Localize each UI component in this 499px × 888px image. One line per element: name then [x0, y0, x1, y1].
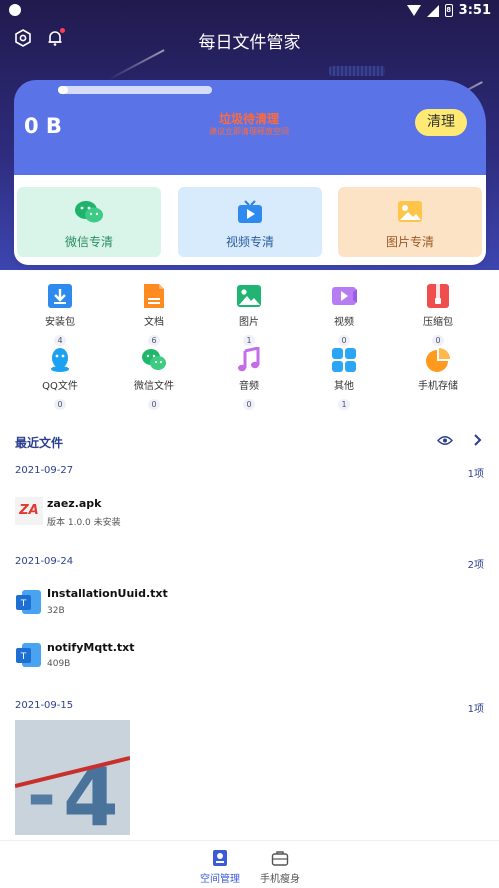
shortcut-panel: 微信专清 视频专清 图片专清: [14, 175, 486, 265]
svg-text:T: T: [20, 652, 27, 662]
chevron-right-icon[interactable]: [472, 433, 482, 447]
status-time: 3:51: [458, 3, 491, 18]
file-meta: 409B: [47, 659, 71, 669]
category-wechat-files[interactable]: 微信文件 0: [109, 347, 199, 411]
wechat-icon: [142, 349, 166, 370]
picture-icon: [237, 285, 261, 307]
category-videos[interactable]: 视频 0: [299, 283, 389, 347]
wechat-icon: [75, 201, 103, 223]
recent-files-title: 最近文件: [15, 436, 64, 450]
group-date: 2021-09-24: [15, 556, 74, 567]
nav-space-management[interactable]: 空间管理: [190, 849, 250, 885]
file-name: notifyMqtt.txt: [47, 641, 135, 654]
download-box-icon: [48, 284, 72, 308]
page-title: 每日文件管家: [198, 33, 301, 53]
battery-icon: 8: [444, 4, 453, 17]
category-documents[interactable]: 文档 6: [109, 283, 199, 347]
tile-label: 图片专清: [385, 235, 434, 249]
pie-chart-icon: [426, 348, 450, 372]
card-tab-decoration: [58, 86, 212, 94]
category-qq[interactable]: QQ文件 0: [15, 347, 105, 411]
grid-apps-icon: [332, 348, 356, 372]
group-count: 1项: [467, 469, 484, 480]
svg-text:-: -: [27, 755, 56, 835]
clean-button[interactable]: 清理: [415, 109, 467, 136]
briefcase-icon: [271, 851, 289, 866]
status-bar: 8 3:51: [0, 0, 499, 22]
eye-icon[interactable]: [437, 435, 453, 446]
apk-file-icon: ZA: [15, 497, 43, 525]
music-note-icon: [238, 347, 260, 372]
tile-label: 微信专清: [64, 235, 113, 249]
file-name: zaez.apk: [47, 497, 102, 510]
video-camera-icon: [332, 287, 357, 305]
clean-card: 0 B 垃圾待清理 建议立即清理释放空间 清理: [14, 80, 486, 180]
wechat-clean-button[interactable]: 微信专清: [17, 187, 161, 257]
category-audio[interactable]: 音频 0: [204, 347, 294, 411]
bottom-nav: 空间管理 手机瘦身: [0, 840, 499, 888]
document-icon: [144, 284, 164, 308]
category-apk[interactable]: 安装包 4: [15, 283, 105, 347]
signal-icon: [426, 4, 439, 17]
wifi-icon: [406, 5, 421, 16]
svg-text:T: T: [20, 599, 27, 609]
group-date: 2021-09-27: [15, 465, 74, 476]
file-meta: 32B: [47, 606, 65, 616]
image-icon: [398, 201, 422, 222]
junk-title: 垃圾待清理: [218, 112, 279, 126]
file-meta: 版本 1.0.0 未安装: [47, 518, 121, 528]
junk-subtitle: 建议立即清理释放空间: [209, 127, 289, 136]
text-file-icon: T: [16, 643, 41, 667]
file-name: InstallationUuid.txt: [47, 587, 168, 600]
zip-icon: [427, 284, 449, 308]
video-clean-button[interactable]: 视频专清: [178, 187, 322, 257]
image-thumbnail[interactable]: - 4: [15, 720, 130, 835]
tv-icon: [238, 200, 262, 223]
notification-dot-icon: [9, 4, 21, 16]
category-other[interactable]: 其他 1: [299, 347, 389, 411]
tile-label: 视频专清: [225, 235, 274, 249]
header-decoration: [329, 66, 385, 76]
group-count: 2项: [467, 560, 484, 571]
category-images[interactable]: 图片 1: [204, 283, 294, 347]
qq-penguin-icon: [51, 348, 69, 372]
category-phone-storage[interactable]: 手机存储: [393, 347, 483, 392]
image-clean-button[interactable]: 图片专清: [338, 187, 482, 257]
storage-icon: [213, 850, 227, 866]
text-file-icon: T: [16, 590, 41, 614]
group-date: 2021-09-15: [15, 700, 74, 711]
category-archives[interactable]: 压缩包 0: [393, 283, 483, 347]
nav-phone-slim[interactable]: 手机瘦身: [250, 849, 310, 885]
group-count: 1项: [467, 704, 484, 715]
captcha-image: - 4: [15, 720, 130, 835]
junk-size: 0 B: [24, 114, 62, 138]
